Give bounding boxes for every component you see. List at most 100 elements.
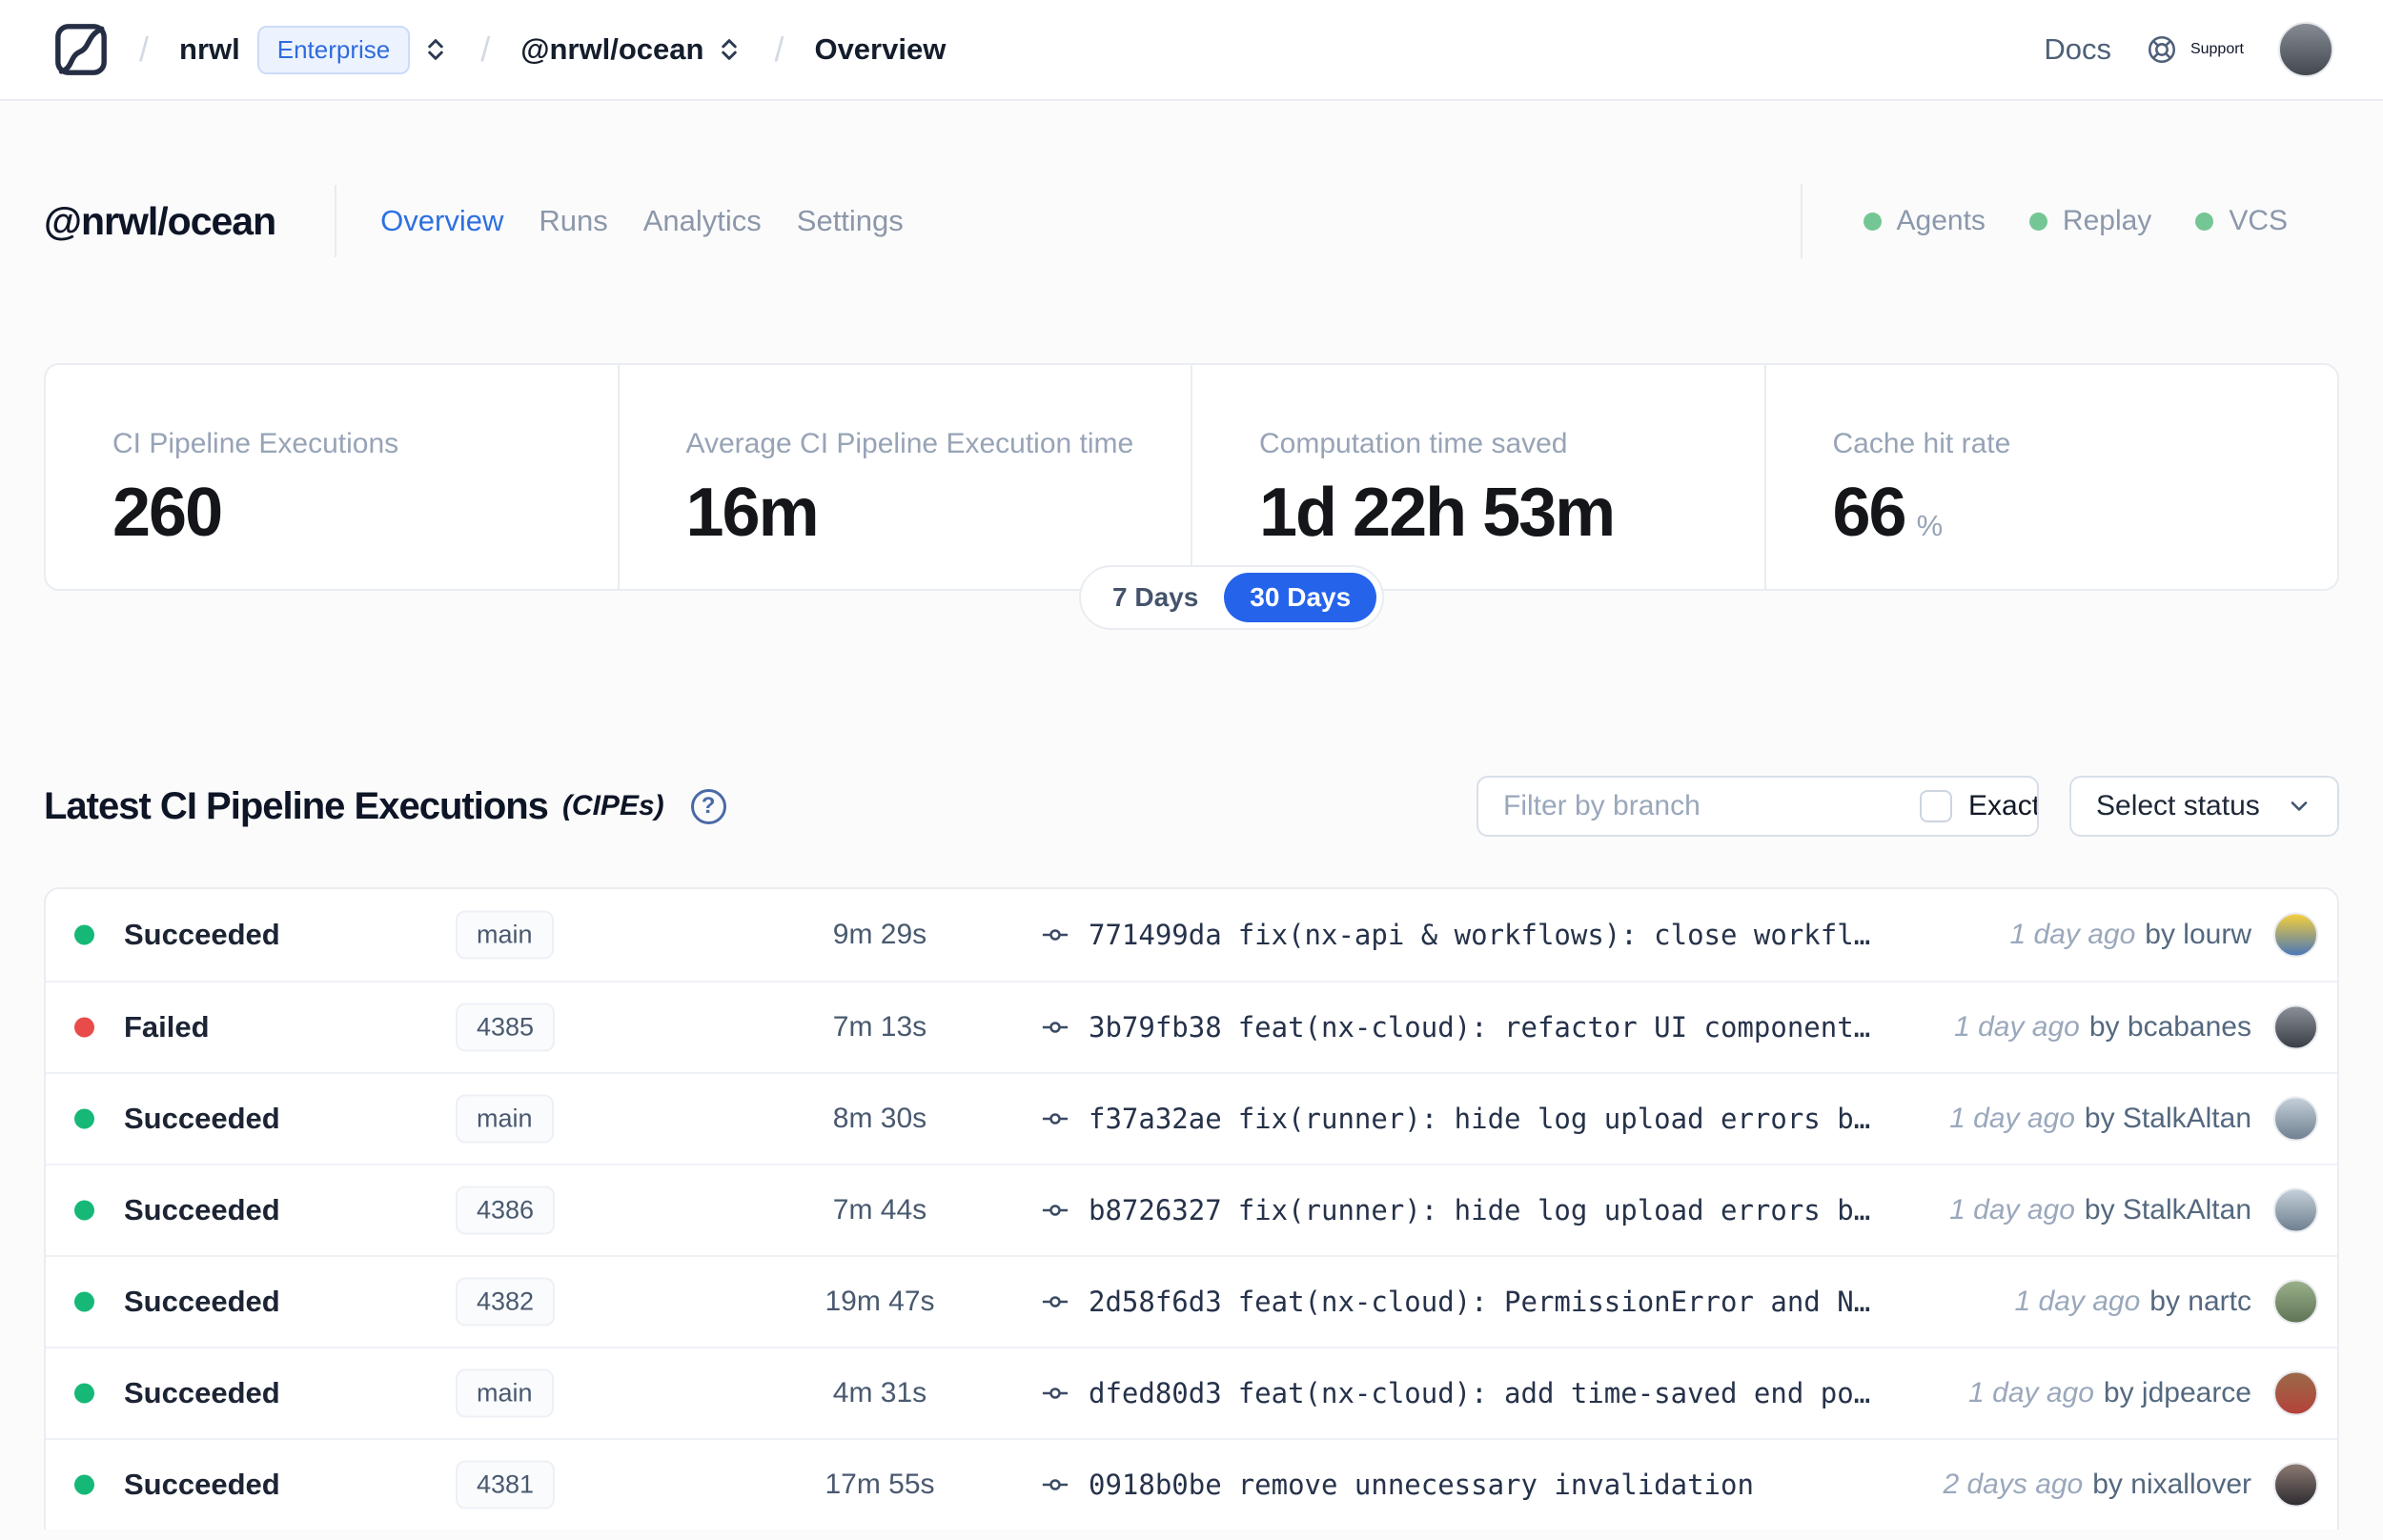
exact-label: Exact [1968,790,2039,821]
time-ago: 1 day ago [2009,919,2136,950]
status-dot [74,1017,94,1038]
table-row[interactable]: Succeeded main 8m 30s f37a32ae fix(runner… [46,1072,2337,1164]
tab-runs[interactable]: Runs [539,204,607,238]
chevron-down-icon [2286,793,2312,820]
tab-analytics[interactable]: Analytics [643,204,762,238]
commit-message: fix(runner): hide log upload errors b… [1237,1103,1871,1135]
breadcrumb-org[interactable]: nrwl [179,32,240,67]
table-row[interactable]: Failed 4385 7m 13s 3b79fb38 feat(nx-cloud… [46,981,2337,1072]
org-selector-chevrons-icon[interactable] [421,33,450,66]
avatar [2273,1462,2318,1508]
commit-hash: 3b79fb38 [1089,1011,1222,1044]
author: by StalkAltan [2084,1194,2251,1226]
time-ago: 1 day ago [1968,1377,2094,1408]
commit-message: fix(runner): hide log upload errors b… [1237,1194,1871,1226]
git-commit-icon [1041,921,1069,949]
help-icon[interactable]: ? [690,788,726,824]
user-avatar[interactable] [2278,22,2333,77]
status-dot [74,1474,94,1495]
branch-badge[interactable]: 4381 [456,1460,556,1510]
branch-filter-group: Exact [1477,776,2039,837]
stat-value: 66% [1832,475,1944,551]
commit-message: feat(nx-cloud): add time-saved end po… [1237,1377,1871,1409]
status-label: Succeeded [124,1193,280,1226]
avatar [2273,1096,2318,1142]
table-row[interactable]: Succeeded 4381 17m 55s 0918b0be remove un… [46,1438,2337,1530]
status-label: Succeeded [124,1285,280,1318]
status-dot [74,1291,94,1312]
workspace-header: @nrwl/ocean Overview Runs Analytics Setting… [0,181,2383,261]
cipe-table: Succeeded main 9m 29s 771499da fix(nx-api… [44,887,2339,1530]
avatar [2273,1279,2318,1325]
service-replay: Replay [2028,205,2151,237]
time-ago: 1 day ago [1949,1103,2075,1134]
stats-section: CI Pipeline Executions 260 Average CI Pipe… [44,363,2339,630]
topbar: / nrwl Enterprise / @nrwl/ocean / Overvi… [0,0,2383,101]
branch-badge[interactable]: main [456,1368,554,1418]
branch-filter-input[interactable] [1478,778,1896,835]
breadcrumb-separator: / [480,30,491,69]
lifebuoy-icon [2146,33,2178,66]
support-link[interactable]: Support [2146,33,2244,66]
tab-overview[interactable]: Overview [380,204,503,238]
git-commit-icon [1041,1104,1069,1133]
support-label: Support [2190,41,2244,57]
service-vcs: VCS [2195,205,2288,237]
branch-badge[interactable]: 4385 [456,1003,556,1052]
git-commit-icon [1041,1379,1069,1408]
breadcrumb: / nrwl Enterprise / @nrwl/ocean / Overvi… [53,22,946,77]
status-label: Failed [124,1010,210,1044]
branch-badge[interactable]: 4382 [456,1277,556,1327]
time-ago: 1 day ago [2014,1286,2141,1317]
nx-cloud-logo-icon[interactable] [53,22,109,77]
stat-value: 1d 22h 53m [1259,475,1616,551]
table-row[interactable]: Succeeded main 9m 29s 771499da fix(nx-api… [46,889,2337,981]
stat-label: CI Pipeline Executions [112,428,399,459]
table-row[interactable]: Succeeded 4386 7m 44s b8726327 fix(runner… [46,1164,2337,1255]
status-select[interactable]: Select status [2069,776,2339,837]
breadcrumb-workspace[interactable]: @nrwl/ocean [520,32,703,67]
range-7-days[interactable]: 7 Days [1087,573,1224,622]
commit-hash: 771499da [1089,919,1222,951]
author: by lourw [2145,919,2251,950]
commit-message: feat(nx-cloud): PermissionError and N… [1237,1286,1871,1318]
time-ago: 1 day ago [1954,1011,2080,1043]
services-status: Agents Replay VCS [1800,184,2288,258]
git-commit-icon [1041,1287,1069,1316]
divider [335,185,337,257]
status-dot [74,924,94,945]
duration: 17m 55s [825,1469,935,1500]
duration: 19m 47s [825,1286,935,1317]
service-label: Agents [1896,205,1986,236]
range-30-days[interactable]: 30 Days [1224,573,1377,622]
git-commit-icon [1041,1013,1069,1042]
git-commit-icon [1041,1470,1069,1499]
stat-value: 16m [685,475,820,551]
exact-checkbox[interactable] [1920,790,1952,822]
stat-value: 260 [112,475,223,551]
commit-hash: 2d58f6d3 [1089,1286,1222,1318]
enterprise-badge: Enterprise [256,25,411,74]
commit-message: fix(nx-api & workflows): close workfl… [1237,919,1871,951]
status-dot [74,1200,94,1221]
table-row[interactable]: Succeeded main 4m 31s dfed80d3 feat(nx-cl… [46,1347,2337,1438]
branch-badge[interactable]: main [456,910,554,960]
branch-badge[interactable]: main [456,1094,554,1144]
breadcrumb-separator: / [774,30,784,69]
stat-label: Cache hit rate [1832,428,2011,459]
page-title: @nrwl/ocean [44,198,276,243]
workspace-selector-chevrons-icon[interactable] [715,33,743,66]
date-range-toggle: 7 Days 30 Days [1079,565,1385,630]
table-row[interactable]: Succeeded 4382 19m 47s 2d58f6d3 feat(nx-c… [46,1255,2337,1347]
author: by nixallover [2092,1469,2251,1500]
time-ago: 2 days ago [1943,1469,2084,1500]
author: by StalkAltan [2084,1103,2251,1134]
docs-link[interactable]: Docs [2044,32,2111,67]
cipes-section-header: Latest CI Pipeline Executions (CIPEs) ? … [44,775,2339,838]
breadcrumb-separator: / [139,30,150,69]
stat-label: Computation time saved [1259,428,1568,459]
duration: 7m 44s [832,1194,927,1226]
tab-settings[interactable]: Settings [797,204,904,238]
branch-badge[interactable]: 4386 [456,1185,556,1235]
author: by jdpearce [2103,1377,2251,1408]
